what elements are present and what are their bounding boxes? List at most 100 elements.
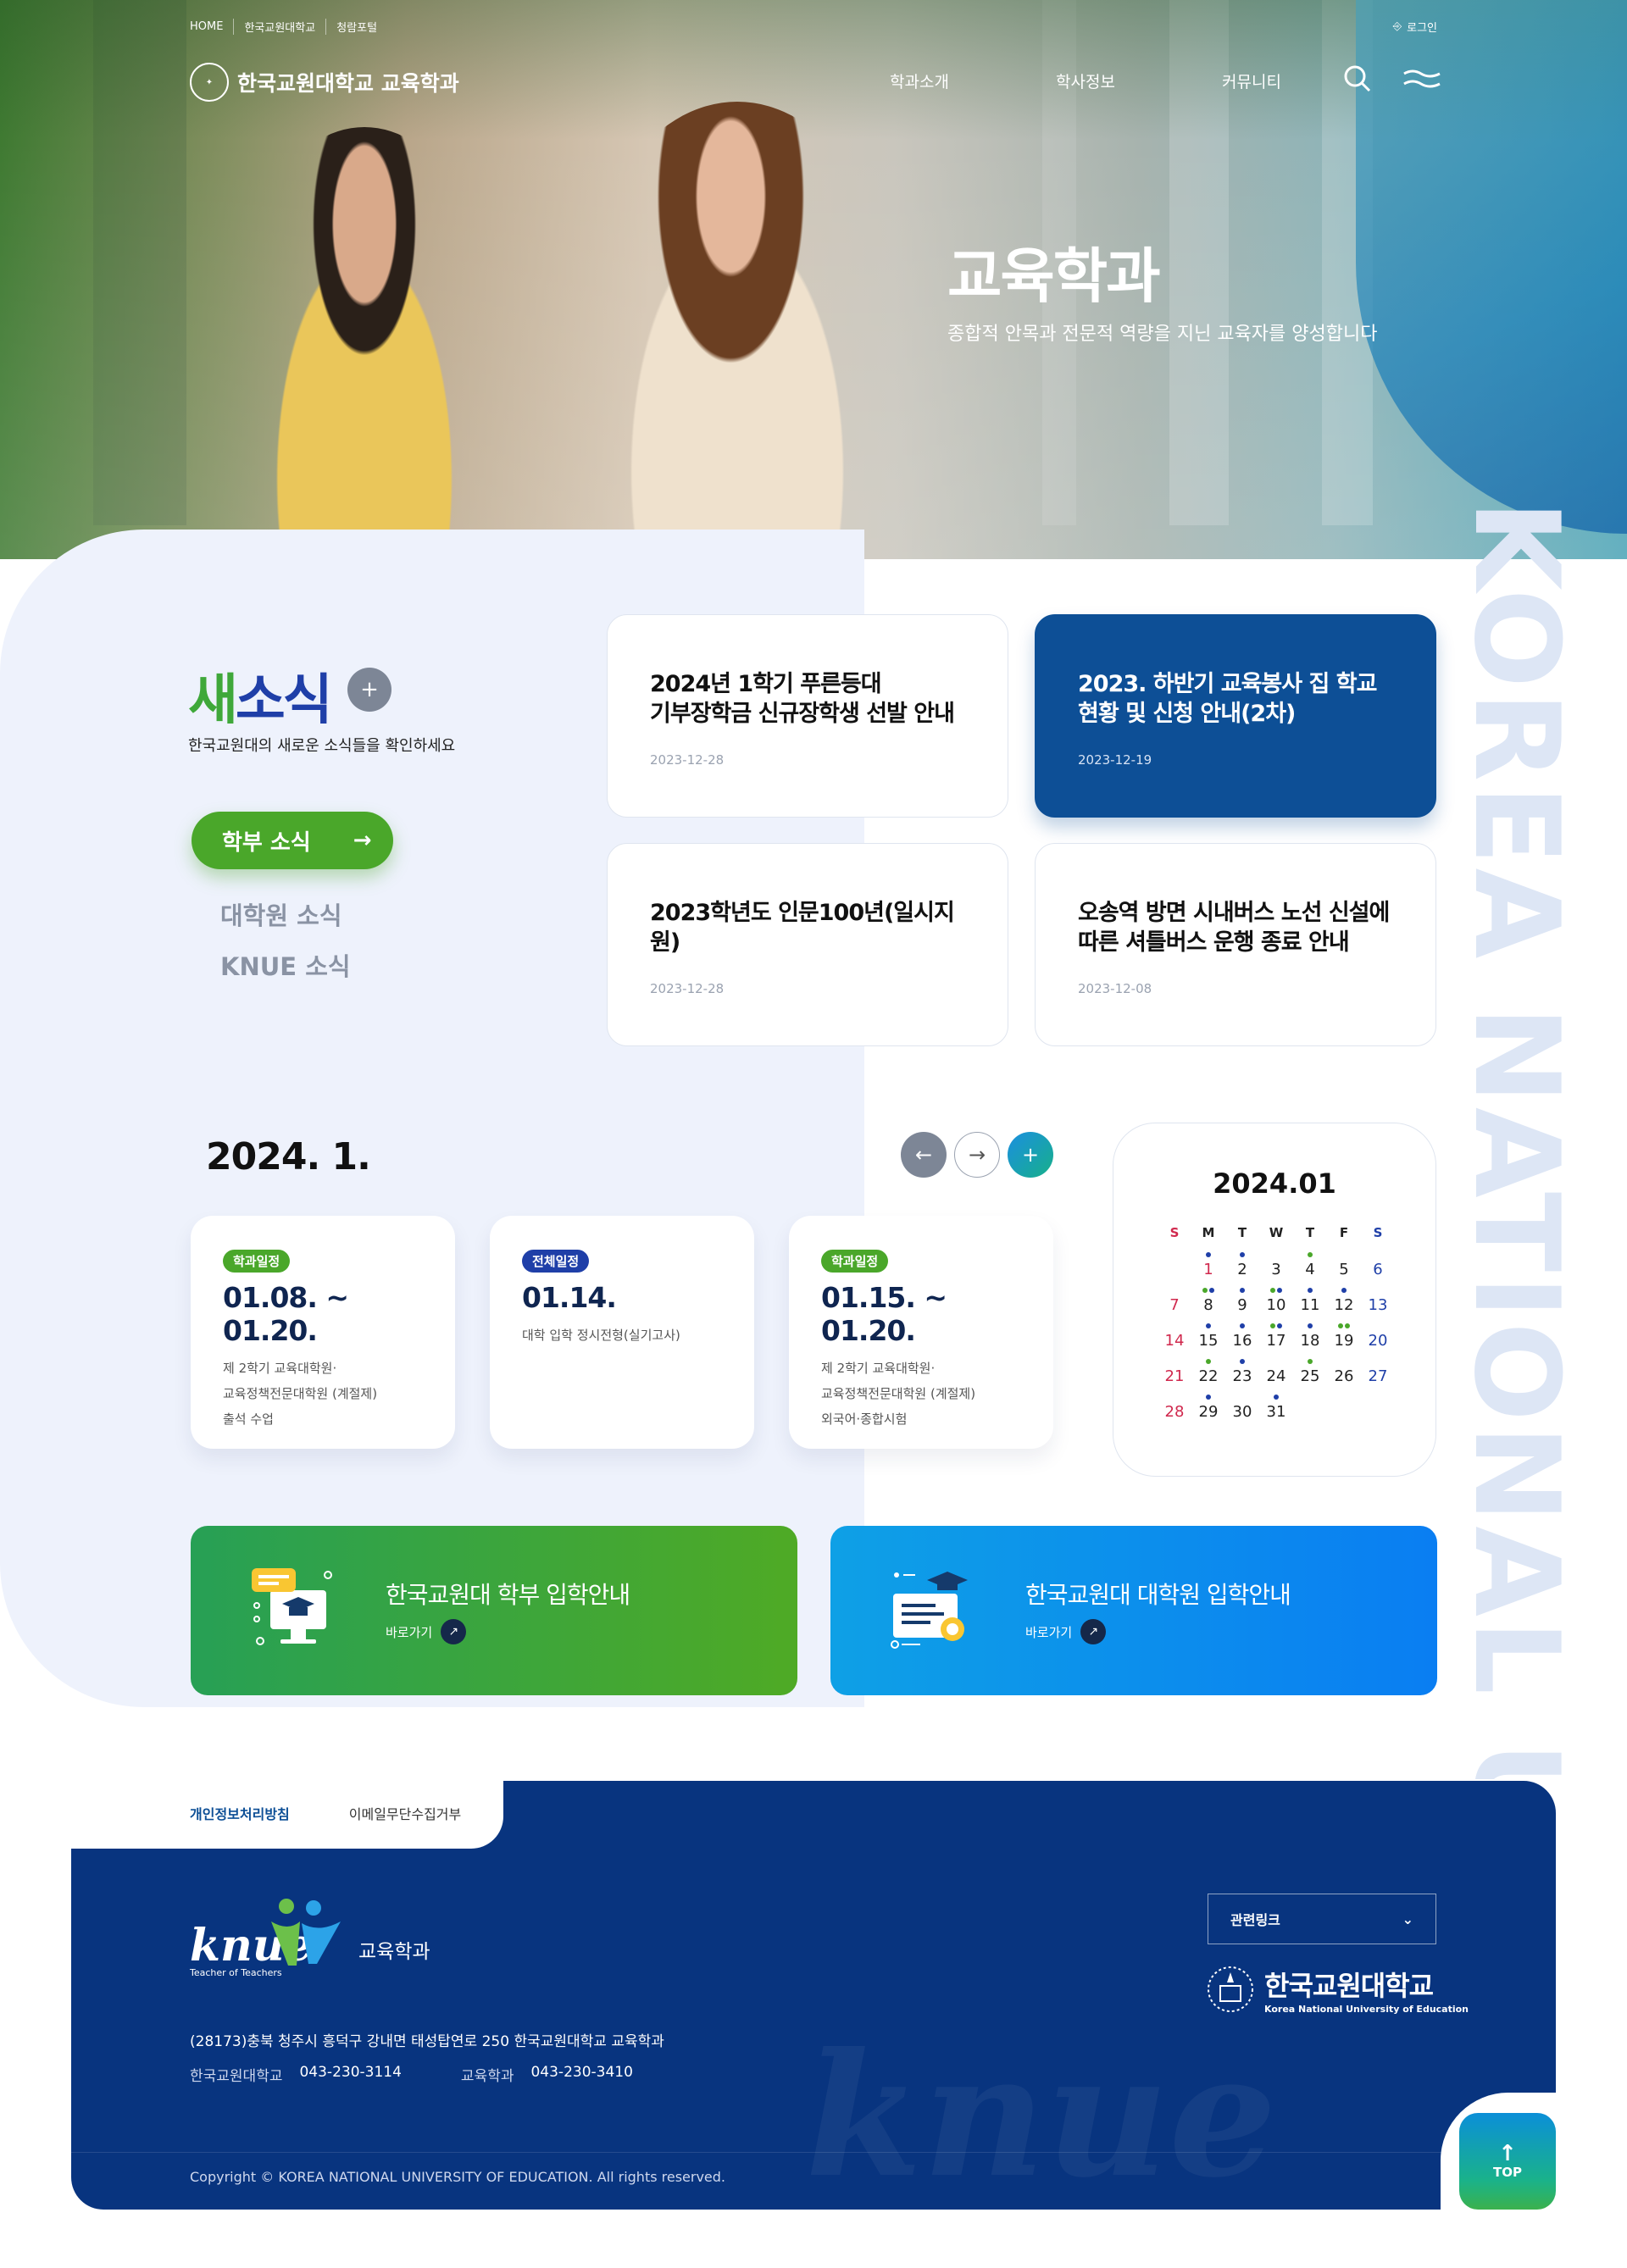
footer-policy-links: 개인정보처리방침 이메일무단수집거부	[190, 1803, 461, 1823]
calendar-day[interactable]: 15	[1191, 1332, 1225, 1350]
next-month-button[interactable]: →	[954, 1132, 1000, 1178]
calendar-day[interactable]: 25	[1293, 1367, 1327, 1385]
footer-watermark: knue	[805, 2016, 1277, 2215]
home-link[interactable]: HOME	[190, 20, 233, 33]
mini-calendar: 2024.01 S M T W T F S 1 2 3 4 5 6 7 8 9 10 11 12 13 14 15 16 17…	[1113, 1123, 1436, 1477]
login-label: 로그인	[1407, 22, 1437, 35]
event-dot	[1240, 1288, 1245, 1293]
email-refusal-link[interactable]: 이메일무단수집거부	[349, 1803, 461, 1823]
calendar-day[interactable]: 9	[1225, 1296, 1259, 1314]
calendar-day[interactable]: 3	[1259, 1261, 1293, 1278]
scroll-top-button[interactable]: ↑ TOP	[1459, 2113, 1556, 2210]
news-card-date: 2023-12-19	[1078, 752, 1152, 768]
schedule-month: 2024. 1.	[206, 1135, 371, 1178]
news-more-button[interactable]: +	[347, 668, 391, 712]
news-description: 한국교원대의 새로운 소식들을 확인하세요	[188, 737, 456, 755]
footer-contacts: 한국교원대학교 043-230-3114 교육학과 043-230-3410	[190, 2064, 675, 2085]
weekday-label: F	[1339, 1225, 1349, 1240]
nav-academic-info[interactable]: 학사정보	[1056, 69, 1222, 92]
tab-knue-news[interactable]: KNUE 소식	[220, 947, 351, 983]
calendar-day[interactable]: 6	[1361, 1261, 1395, 1278]
prev-month-button[interactable]: ←	[901, 1132, 947, 1178]
calendar-day[interactable]: 16	[1225, 1332, 1259, 1350]
event-dot	[1308, 1359, 1313, 1364]
menu-icon[interactable]	[1402, 69, 1441, 89]
weekday-label: T	[1305, 1225, 1315, 1240]
news-card[interactable]: 2023. 하반기 교육봉사 집 학교 현황 및 신청 안내(2차) 2023-1…	[1035, 614, 1436, 818]
login-link[interactable]: ⎆ 로그인	[1393, 19, 1437, 35]
grad-admission-banner[interactable]: 한국교원대 대학원 입학안내 바로가기 ↗	[830, 1526, 1437, 1695]
go-link[interactable]: 바로가기 ↗	[1025, 1619, 1107, 1644]
calendar-day[interactable]: 17	[1259, 1332, 1293, 1350]
weekday-label: M	[1202, 1225, 1215, 1240]
event-badge: 학과일정	[821, 1250, 889, 1273]
event-dot	[1206, 1359, 1211, 1364]
news-card[interactable]: 2023학년도 인문100년(일시지원) 한학기지원 유형 장학생 2차 선발 …	[607, 843, 1008, 1046]
privacy-policy-link[interactable]: 개인정보처리방침	[190, 1803, 290, 1823]
tab-grad-news[interactable]: 대학원 소식	[220, 896, 342, 932]
calendar-day[interactable]: 19	[1327, 1332, 1361, 1350]
event-dot	[1274, 1395, 1279, 1400]
calendar-day[interactable]: 20	[1361, 1332, 1395, 1350]
event-desc: 대학 입학 정시전형(실기고사)	[522, 1328, 680, 1343]
event-date: 01.08. ~ 01.20.	[223, 1281, 349, 1347]
calendar-day[interactable]: 14	[1158, 1332, 1191, 1350]
event-card[interactable]: 학과일정 01.08. ~ 01.20. 제 2학기 교육대학원· 교육정책전문대학…	[191, 1216, 455, 1449]
calendar-day[interactable]: 23	[1225, 1367, 1259, 1385]
calendar-day[interactable]: 27	[1361, 1367, 1395, 1385]
event-card[interactable]: 학과일정 01.15. ~ 01.20. 제 2학기 교육대학원· 교육정책전문대학…	[789, 1216, 1053, 1449]
event-card[interactable]: 전체일정 01.14. 대학 입학 정시전형(실기고사)	[490, 1216, 754, 1449]
nav-dept-intro[interactable]: 학과소개	[890, 69, 1056, 92]
calendar-day[interactable]: 30	[1225, 1403, 1259, 1421]
weekday-label: T	[1237, 1225, 1247, 1240]
calendar-day[interactable]: 28	[1158, 1403, 1191, 1421]
go-label: 바로가기	[1025, 1624, 1073, 1640]
event-desc: 제 2학기 교육대학원· 교육정책전문대학원 (계절제) 외국어·종합시험	[821, 1361, 976, 1427]
calendar-day[interactable]: 8	[1191, 1296, 1225, 1314]
search-icon[interactable]	[1343, 64, 1372, 93]
news-card[interactable]: 2024년 1학기 푸른등대 기부장학금 신규장학생 선발 안내 2023-12-…	[607, 614, 1008, 818]
calendar-day[interactable]: 26	[1327, 1367, 1361, 1385]
portal-link[interactable]: 청람포털	[325, 19, 387, 35]
tab-undergrad-news[interactable]: 학부 소식 →	[192, 812, 393, 869]
calendar-day[interactable]: 24	[1259, 1367, 1293, 1385]
event-dot	[1202, 1288, 1208, 1293]
arrow-up-right-icon: ↗	[1080, 1619, 1107, 1644]
calendar-day[interactable]: 31	[1259, 1403, 1293, 1421]
univ-link[interactable]: 한국교원대학교	[233, 19, 325, 35]
calendar-day[interactable]: 12	[1327, 1296, 1361, 1314]
login-icon: ⎆	[1392, 20, 1402, 33]
calendar-day[interactable]: 1	[1191, 1261, 1225, 1278]
calendar-day[interactable]: 2	[1225, 1261, 1259, 1278]
calendar-day[interactable]: 13	[1361, 1296, 1395, 1314]
knue-figure-icon	[271, 1899, 341, 1966]
calendar-day[interactable]: 29	[1191, 1403, 1225, 1421]
arrow-up-right-icon: ↗	[441, 1619, 467, 1644]
related-links-select[interactable]: 관련링크 ⌄	[1208, 1894, 1436, 1944]
go-link[interactable]: 바로가기 ↗	[386, 1619, 467, 1644]
news-card-title: 오송역 방면 시내버스 노선 신설에 따른 셔틀버스 운행 종료 안내	[1078, 900, 1390, 956]
undergrad-admission-banner[interactable]: 한국교원대 학부 입학안내 바로가기 ↗	[191, 1526, 797, 1695]
vertical-watermark: KOREA NATIONAL UNI	[1474, 500, 1585, 1779]
news-card-title: 2023학년도 인문100년(일시지원) 한학기지원 유형 장학생 2차 선발 …	[650, 900, 955, 956]
calendar-day[interactable]: 11	[1293, 1296, 1327, 1314]
calendar-day[interactable]: 4	[1293, 1261, 1327, 1278]
news-card[interactable]: 오송역 방면 시내버스 노선 신설에 따른 셔틀버스 운행 종료 안내 2023-…	[1035, 843, 1436, 1046]
calendar-day[interactable]: 10	[1259, 1296, 1293, 1314]
calendar-day[interactable]: 7	[1158, 1296, 1191, 1314]
event-dot	[1308, 1288, 1313, 1293]
student-photo-right	[576, 102, 898, 559]
event-dot	[1206, 1323, 1211, 1328]
site-logo[interactable]: ✦ 한국교원대학교 교육학과	[190, 63, 459, 102]
add-schedule-button[interactable]: +	[1008, 1132, 1053, 1178]
calendar-day[interactable]: 5	[1327, 1261, 1361, 1278]
event-dot	[1338, 1323, 1343, 1328]
event-dot	[1209, 1288, 1214, 1293]
event-dot	[1308, 1252, 1313, 1257]
footer-univ-logo[interactable]: 한국교원대학교 Korea National University of Educ…	[1205, 1964, 1469, 2015]
calendar-day[interactable]: 21	[1158, 1367, 1191, 1385]
arrow-up-icon: ↑	[1498, 2141, 1517, 2166]
event-badge: 학과일정	[223, 1250, 291, 1273]
calendar-day[interactable]: 18	[1293, 1332, 1327, 1350]
calendar-day[interactable]: 22	[1191, 1367, 1225, 1385]
